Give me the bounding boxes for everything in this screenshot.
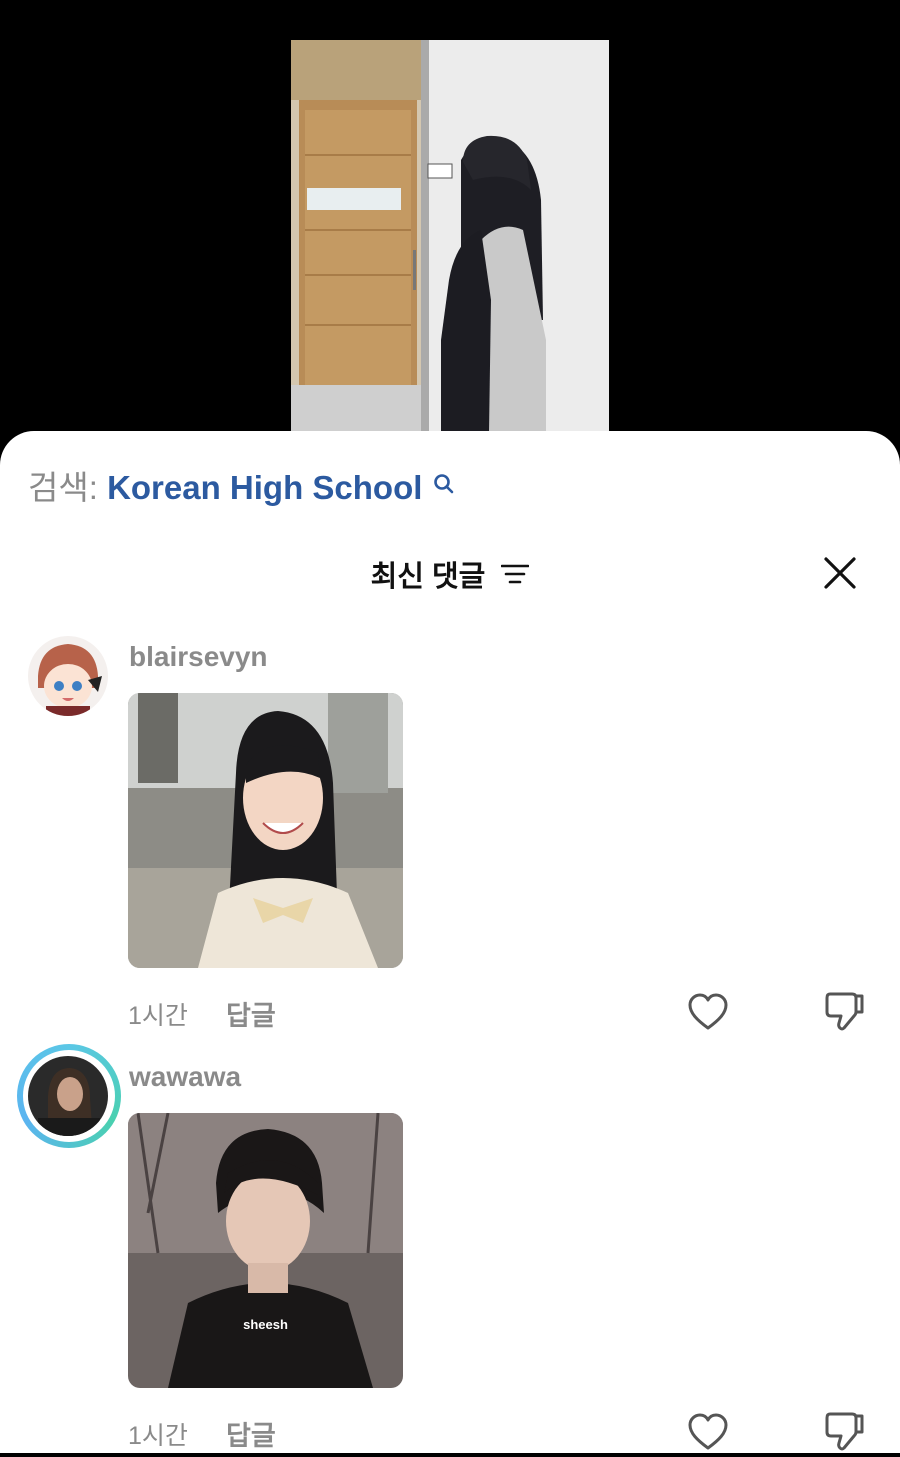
sort-icon[interactable]: [501, 560, 530, 593]
search-suggestion[interactable]: 검색: Korean High School: [28, 469, 455, 507]
video-background[interactable]: [0, 0, 900, 470]
close-button[interactable]: [818, 551, 862, 595]
like-button[interactable]: [687, 992, 729, 1032]
avatar[interactable]: [28, 636, 108, 716]
close-icon: [824, 557, 856, 589]
search-icon: [433, 465, 455, 503]
comment-image[interactable]: [128, 693, 403, 968]
like-button[interactable]: [687, 1412, 729, 1452]
video-still-school-hallway: [291, 40, 609, 432]
comment-timestamp: 1시간: [128, 1422, 188, 1450]
search-term-link[interactable]: Korean High School: [107, 469, 422, 506]
reply-button[interactable]: 답글: [226, 994, 276, 1033]
comments-header[interactable]: 최신 댓글: [0, 553, 900, 595]
heart-icon: [688, 993, 728, 1030]
thumbs-down-icon: [825, 992, 864, 1031]
reply-button[interactable]: 답글: [226, 1414, 276, 1453]
search-prefix: 검색:: [28, 469, 98, 506]
comment-username[interactable]: wawawa: [129, 1061, 241, 1093]
avatar[interactable]: [28, 1056, 108, 1136]
comment-timestamp: 1시간: [128, 1002, 188, 1030]
dislike-button[interactable]: [822, 990, 866, 1032]
heart-icon: [688, 1413, 728, 1450]
comments-sheet: 검색: Korean High School 최신 댓글 blairsevyn …: [0, 431, 900, 1453]
image-caption: sheesh: [243, 1317, 288, 1332]
comment-username[interactable]: blairsevyn: [129, 641, 268, 673]
comments-sort-label[interactable]: 최신 댓글: [371, 561, 486, 593]
thumbs-down-icon: [825, 1412, 864, 1451]
video-frame: [291, 40, 609, 432]
dislike-button[interactable]: [822, 1410, 866, 1452]
comment-image[interactable]: sheesh: [128, 1113, 403, 1388]
